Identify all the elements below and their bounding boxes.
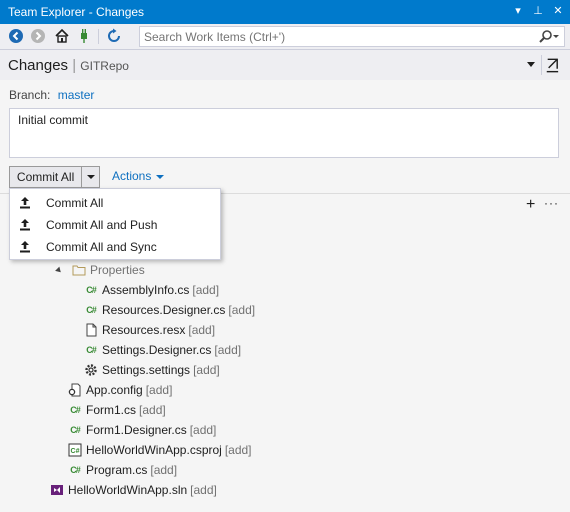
branch-link[interactable]: master: [58, 88, 95, 102]
branch-info: Branch: master: [9, 88, 94, 102]
menu-item-commit-all[interactable]: Commit All: [10, 192, 220, 214]
change-type-tag: [add]: [224, 443, 252, 457]
add-plus-icon[interactable]: +: [526, 197, 535, 213]
tree-item-name: Program.cs: [86, 463, 148, 477]
tree-file-row[interactable]: C# HelloWorldWinApp.csproj [add]: [68, 440, 252, 460]
tree-item-name: App.config: [86, 383, 143, 397]
change-type-tag: [add]: [189, 423, 217, 437]
commit-dropdown-menu: Commit All Commit All and Push Commit Al…: [9, 188, 221, 260]
tree-item-name: Settings.settings: [102, 363, 191, 377]
close-icon[interactable]: ✕: [552, 4, 564, 18]
tree-file-row[interactable]: Settings.settings [add]: [84, 360, 220, 380]
tree-file-row[interactable]: C# Settings.Designer.cs [add]: [84, 340, 241, 360]
config-file-icon: [68, 383, 82, 397]
tree-item-name: AssemblyInfo.cs: [102, 283, 190, 297]
search-input[interactable]: [140, 27, 530, 46]
csharp-file-icon: C#: [86, 285, 96, 295]
title-separator: |: [72, 57, 77, 74]
change-type-tag: [add]: [228, 303, 256, 317]
csharp-file-icon: C#: [70, 465, 80, 475]
menu-item-label: Commit All and Push: [46, 218, 158, 232]
commit-upload-icon: [20, 197, 30, 209]
folder-icon: [72, 263, 86, 277]
page-header: Changes | GITRepo: [0, 50, 570, 80]
settings-gear-icon: [84, 363, 98, 377]
tree-file-row[interactable]: C# Program.cs [add]: [68, 460, 177, 480]
menu-item-label: Commit All: [46, 196, 104, 210]
tree-file-row[interactable]: C# Form1.cs [add]: [68, 400, 166, 420]
menu-item-label: Commit All and Sync: [46, 240, 157, 254]
csharp-file-icon: C#: [70, 405, 80, 415]
commit-all-split-button: Commit All: [9, 166, 100, 188]
search-box[interactable]: [139, 26, 565, 47]
commit-message-field[interactable]: Initial commit: [9, 108, 559, 158]
change-type-tag: [add]: [193, 363, 220, 377]
changes-content: Branch: master Initial commit Commit All…: [0, 80, 570, 512]
title-bar-buttons: ▾ ⊥ ✕: [512, 4, 564, 18]
page-title-group: Changes | GITRepo: [8, 57, 129, 74]
tree-file-row[interactable]: C# Resources.Designer.cs [add]: [84, 300, 255, 320]
expand-arrow-icon[interactable]: [55, 266, 63, 274]
csproj-file-icon: C#: [68, 443, 82, 457]
tree-item-name: Settings.Designer.cs: [102, 343, 212, 357]
window-position-dropdown-icon[interactable]: ▾: [512, 4, 524, 18]
tree-item-name: HelloWorldWinApp.sln: [68, 483, 188, 497]
change-type-tag: [add]: [192, 283, 220, 297]
tree-folder-row[interactable]: Properties: [55, 260, 145, 280]
change-type-tag: [add]: [214, 343, 242, 357]
commit-dropdown-arrow-icon[interactable]: [82, 167, 99, 187]
actions-menu-link[interactable]: Actions: [112, 169, 165, 183]
title-bar: Team Explorer - Changes ▾ ⊥ ✕: [0, 0, 570, 24]
branch-label: Branch:: [9, 88, 51, 102]
toolbar-separator: [98, 29, 99, 44]
tree-file-row[interactable]: C# Form1.Designer.cs [add]: [68, 420, 216, 440]
toolbar: [0, 24, 570, 50]
page-title: Changes: [8, 57, 69, 74]
menu-item-commit-all-and-push[interactable]: Commit All and Push: [10, 214, 220, 236]
csharp-file-icon: C#: [70, 425, 80, 435]
actions-chevron-down-icon: [156, 174, 165, 179]
tree-file-row[interactable]: Resources.resx [add]: [84, 320, 215, 340]
tree-file-row[interactable]: App.config [add]: [68, 380, 172, 400]
actions-label: Actions: [112, 169, 152, 183]
connect-plug-icon[interactable]: [76, 28, 92, 44]
change-type-tag: [add]: [188, 323, 216, 337]
commit-all-button[interactable]: Commit All: [10, 167, 83, 187]
home-icon[interactable]: [54, 28, 70, 44]
csharp-file-icon: C#: [86, 305, 96, 315]
pin-icon[interactable]: ⊥: [532, 4, 544, 18]
change-type-tag: [add]: [139, 403, 166, 417]
commit-upload-icon: [20, 219, 30, 231]
tree-file-row[interactable]: HelloWorldWinApp.sln [add]: [50, 480, 217, 500]
window-title: Team Explorer - Changes: [8, 5, 145, 19]
tree-item-name: Form1.cs: [86, 403, 137, 417]
change-type-tag: [add]: [190, 483, 217, 497]
solution-file-icon: [50, 483, 64, 497]
tree-item-name: Resources.Designer.cs: [102, 303, 226, 317]
menu-item-commit-all-and-sync[interactable]: Commit All and Sync: [10, 236, 220, 258]
refresh-icon[interactable]: [106, 28, 122, 44]
tree-item-name: Form1.Designer.cs: [86, 423, 187, 437]
pop-out-icon[interactable]: [541, 55, 561, 75]
repo-name: GITRepo: [80, 59, 129, 73]
back-icon[interactable]: [8, 28, 24, 44]
csharp-file-icon: C#: [86, 345, 96, 355]
tree-item-name: Resources.resx: [102, 323, 186, 337]
resx-file-icon: [84, 323, 98, 337]
tree-item-name: HelloWorldWinApp.csproj: [86, 443, 222, 457]
tree-item-name: Properties: [90, 263, 145, 277]
forward-icon[interactable]: [30, 28, 46, 44]
change-type-tag: [add]: [145, 383, 173, 397]
svg-text:C#: C#: [71, 448, 80, 455]
search-icon[interactable]: [538, 29, 560, 45]
commit-upload-icon: [20, 241, 30, 253]
page-menu-dropdown-icon[interactable]: [526, 58, 536, 70]
change-type-tag: [add]: [150, 463, 178, 477]
more-options-icon[interactable]: ···: [544, 196, 559, 210]
tree-file-row[interactable]: C# AssemblyInfo.cs [add]: [84, 280, 219, 300]
